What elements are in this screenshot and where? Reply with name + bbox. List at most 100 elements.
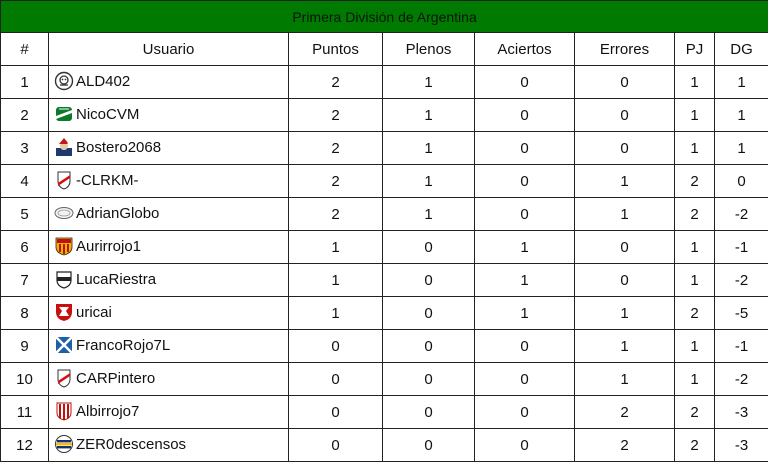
santa-avatar-icon (54, 137, 74, 157)
blue-saltire-icon (54, 335, 74, 355)
errores-cell: 1 (574, 296, 675, 330)
table-row: 3 Bostero2068 2 1 0 0 1 1 (0, 131, 768, 165)
user-name[interactable]: -CLRKM- (76, 172, 139, 189)
aciertos-cell: 0 (474, 65, 575, 99)
dg-cell: 1 (713, 98, 768, 132)
aciertos-cell: 0 (474, 362, 575, 396)
user-name[interactable]: FrancoRojo7L (76, 337, 170, 354)
aciertos-cell: 0 (474, 395, 575, 429)
user-name[interactable]: AdrianGlobo (76, 205, 159, 222)
user-cell: FrancoRojo7L (48, 329, 289, 363)
puntos-cell: 0 (288, 329, 383, 363)
plenos-cell: 0 (382, 428, 475, 462)
dg-cell: -2 (713, 362, 768, 396)
dg-cell: -3 (713, 395, 768, 429)
puntos-cell: 2 (288, 131, 383, 165)
col-header-user: Usuario (48, 32, 289, 66)
table-row: 12 ZER0descensos 0 0 0 2 2 -3 (0, 428, 768, 462)
dg-cell: -1 (713, 329, 768, 363)
green-white-crest-icon (54, 104, 74, 124)
aciertos-cell: 0 (474, 131, 575, 165)
plenos-cell: 0 (382, 395, 475, 429)
col-header-pj: PJ (674, 32, 715, 66)
table-row: 10 CARPintero 0 0 0 1 1 -2 (0, 362, 768, 396)
user-name[interactable]: NicoCVM (76, 106, 139, 123)
col-header-plenos: Plenos (382, 32, 475, 66)
pos-cell: 12 (0, 428, 49, 462)
puntos-cell: 1 (288, 230, 383, 264)
dg-cell: 1 (713, 131, 768, 165)
plenos-cell: 0 (382, 329, 475, 363)
user-name[interactable]: ZER0descensos (76, 436, 186, 453)
user-cell: -CLRKM- (48, 164, 289, 198)
dg-cell: -2 (713, 263, 768, 297)
pos-cell: 8 (0, 296, 49, 330)
table-row: 8 uricai 1 0 1 1 2 -5 (0, 296, 768, 330)
black-white-crest-icon (54, 269, 74, 289)
col-header-puntos: Puntos (288, 32, 383, 66)
table-row: 9 FrancoRojo7L 0 0 0 1 1 -1 (0, 329, 768, 363)
pos-cell: 7 (0, 263, 49, 297)
puntos-cell: 1 (288, 263, 383, 297)
red-shield-crest-icon (54, 302, 74, 322)
table-row: 5 AdrianGlobo 2 1 0 1 2 -2 (0, 197, 768, 231)
plenos-cell: 1 (382, 65, 475, 99)
pos-cell: 9 (0, 329, 49, 363)
puntos-cell: 2 (288, 197, 383, 231)
user-cell: NicoCVM (48, 98, 289, 132)
user-cell: AdrianGlobo (48, 197, 289, 231)
user-cell: ZER0descensos (48, 428, 289, 462)
red-yellow-crest-icon (54, 236, 74, 256)
river-plate-crest-icon (54, 368, 74, 388)
standings-table: Primera División de Argentina # Usuario … (0, 0, 768, 462)
user-cell: Aurirrojo1 (48, 230, 289, 264)
user-name[interactable]: Bostero2068 (76, 139, 161, 156)
pj-cell: 1 (674, 131, 715, 165)
puntos-cell: 2 (288, 98, 383, 132)
errores-cell: 0 (574, 263, 675, 297)
user-name[interactable]: LucaRiestra (76, 271, 156, 288)
pos-cell: 3 (0, 131, 49, 165)
plenos-cell: 0 (382, 362, 475, 396)
user-name[interactable]: ALD402 (76, 73, 130, 90)
aciertos-cell: 0 (474, 98, 575, 132)
puntos-cell: 0 (288, 428, 383, 462)
pj-cell: 2 (674, 395, 715, 429)
pj-cell: 2 (674, 197, 715, 231)
dg-cell: -3 (713, 428, 768, 462)
aciertos-cell: 1 (474, 296, 575, 330)
user-name[interactable]: CARPintero (76, 370, 155, 387)
user-name[interactable]: Aurirrojo1 (76, 238, 141, 255)
pos-cell: 1 (0, 65, 49, 99)
table-row: 7 LucaRiestra 1 0 1 0 1 -2 (0, 263, 768, 297)
table-row: 11 Albirrojo7 0 0 0 2 2 -3 (0, 395, 768, 429)
skull-avatar-icon (54, 71, 74, 91)
pj-cell: 2 (674, 164, 715, 198)
user-name[interactable]: Albirrojo7 (76, 403, 139, 420)
user-name[interactable]: uricai (76, 304, 112, 321)
col-header-dg: DG (713, 32, 768, 66)
col-header-errores: Errores (574, 32, 675, 66)
table-body: 1 ALD402 2 1 0 0 1 1 2 NicoCVM 2 1 0 0 1 1 3 Bostero2068 2… (0, 65, 768, 462)
table-row: 1 ALD402 2 1 0 0 1 1 (0, 65, 768, 99)
pos-cell: 6 (0, 230, 49, 264)
dg-cell: -5 (713, 296, 768, 330)
col-header-aciertos: Aciertos (474, 32, 575, 66)
table-title: Primera División de Argentina (0, 0, 768, 33)
pos-cell: 4 (0, 164, 49, 198)
pj-cell: 2 (674, 296, 715, 330)
puntos-cell: 1 (288, 296, 383, 330)
table-row: 6 Aurirrojo1 1 0 1 0 1 -1 (0, 230, 768, 264)
pos-cell: 5 (0, 197, 49, 231)
plenos-cell: 1 (382, 164, 475, 198)
errores-cell: 0 (574, 131, 675, 165)
errores-cell: 1 (574, 197, 675, 231)
table-row: 4 -CLRKM- 2 1 0 1 2 0 (0, 164, 768, 198)
pj-cell: 1 (674, 230, 715, 264)
striped-round-crest-icon (54, 434, 74, 454)
pj-cell: 1 (674, 65, 715, 99)
user-cell: LucaRiestra (48, 263, 289, 297)
pj-cell: 2 (674, 428, 715, 462)
plenos-cell: 1 (382, 98, 475, 132)
plenos-cell: 0 (382, 263, 475, 297)
